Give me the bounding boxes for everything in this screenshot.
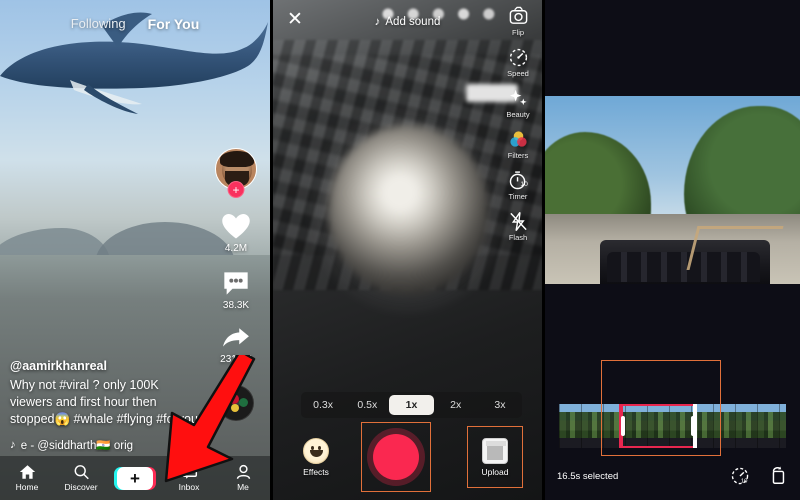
zoom-level-selector: 0.3x 0.5x 1x 2x 3x (301, 392, 522, 418)
comment-icon (224, 272, 248, 295)
beauty-sparkle-icon (509, 89, 527, 106)
video-preview[interactable] (545, 96, 800, 284)
follow-plus-icon[interactable]: + (227, 181, 245, 198)
tool-timer[interactable]: 10 Timer (498, 170, 538, 201)
music-title: e - @siddharth🇮🇳 orig (20, 440, 134, 452)
trim-footer: 16.5s selected 10 (545, 452, 800, 500)
upload-thumbnail-icon[interactable] (482, 437, 508, 464)
speed-adjust-icon[interactable]: 10 (730, 466, 750, 486)
tool-beauty[interactable]: Beauty (498, 88, 538, 119)
heart-icon (222, 214, 250, 239)
trim-footer-icons: 10 (730, 466, 788, 486)
add-sound-button[interactable]: ♪ Add sound (375, 16, 441, 28)
three-panel-screenshot: Following For You + 4.2M 38.3K @aamirkha… (0, 0, 800, 500)
add-sound-label: Add sound (385, 16, 441, 28)
music-note-icon: ♪ (10, 439, 16, 451)
tool-label-flash: Flash (508, 233, 528, 242)
tool-label-speed: Speed (507, 69, 529, 78)
record-button-highlight (361, 422, 431, 492)
upload-label: Upload (481, 466, 509, 477)
tool-label-timer: Timer (508, 192, 528, 201)
timer-icon: 10 (509, 171, 528, 190)
trim-area-highlight (601, 360, 721, 456)
panel-tiktok-camera: ✕ ♪ Add sound Flip Speed Beauty Filters … (273, 0, 542, 500)
avatar-hair (220, 151, 254, 167)
like-count: 4.2M (224, 243, 248, 254)
search-icon (74, 465, 89, 480)
tool-speed[interactable]: Speed (498, 47, 538, 78)
comment-button[interactable]: 38.3K (222, 270, 250, 311)
selection-duration-label: 16.5s selected (557, 470, 619, 482)
upload-button-highlight: Upload (467, 426, 523, 488)
camera-tools-rail: Flip Speed Beauty Filters 10 Timer Flash (498, 6, 538, 242)
share-arrow-icon (223, 328, 249, 347)
zoom-option-3x[interactable]: 3x (478, 395, 522, 415)
tab-following[interactable]: Following (71, 16, 126, 32)
zoom-option-0.5x[interactable]: 0.5x (345, 395, 389, 415)
tool-label-beauty: Beauty (506, 110, 530, 119)
nav-item-home[interactable]: Home (0, 464, 54, 492)
nav-item-discover[interactable]: Discover (54, 464, 108, 492)
tool-flash[interactable]: Flash (498, 211, 538, 242)
microphone-blur (328, 125, 488, 295)
svg-text:10: 10 (741, 478, 748, 484)
music-note-icon: ♪ (374, 16, 381, 28)
effects-label: Effects (303, 466, 329, 477)
feed-tabs: Following For You (0, 16, 270, 32)
tool-filters[interactable]: Filters (498, 129, 538, 160)
tool-label-filters: Filters (507, 151, 529, 160)
svg-text:10: 10 (520, 181, 528, 188)
filters-icon (509, 131, 527, 147)
speed-icon (509, 48, 527, 67)
red-arrow-annotation (164, 355, 256, 483)
plus-create-icon[interactable]: + (114, 466, 156, 490)
zoom-option-0.3x[interactable]: 0.3x (301, 395, 345, 415)
close-icon[interactable]: ✕ (287, 10, 303, 29)
avatar[interactable]: + (215, 148, 257, 198)
zoom-option-1x[interactable]: 1x (389, 395, 434, 415)
comment-count: 38.3K (222, 300, 250, 311)
nav-label-discover: Discover (64, 482, 98, 492)
smiley-effects-icon (303, 437, 329, 464)
zoom-option-2x[interactable]: 2x (434, 395, 478, 415)
preview-railing (686, 226, 784, 270)
rotate-icon[interactable] (768, 466, 788, 486)
camera-bottom-bar: Effects Upload (273, 420, 542, 494)
flash-off-icon (509, 212, 527, 231)
effects-button[interactable]: Effects (281, 437, 351, 477)
tab-for-you[interactable]: For You (148, 16, 200, 32)
like-button[interactable]: 4.2M (221, 212, 251, 254)
record-inner-circle (373, 434, 419, 480)
plus-glyph: + (130, 468, 140, 488)
flip-camera-icon (509, 6, 527, 24)
record-button[interactable] (367, 428, 425, 486)
nav-label-home: Home (15, 482, 39, 492)
panel-video-trim: 16.5s selected 10 (545, 0, 800, 500)
tool-flip[interactable]: Flip (498, 6, 538, 37)
panel-tiktok-feed: Following For You + 4.2M 38.3K @aamirkha… (0, 0, 270, 500)
tool-label-flip: Flip (511, 28, 525, 37)
home-icon (19, 465, 35, 479)
